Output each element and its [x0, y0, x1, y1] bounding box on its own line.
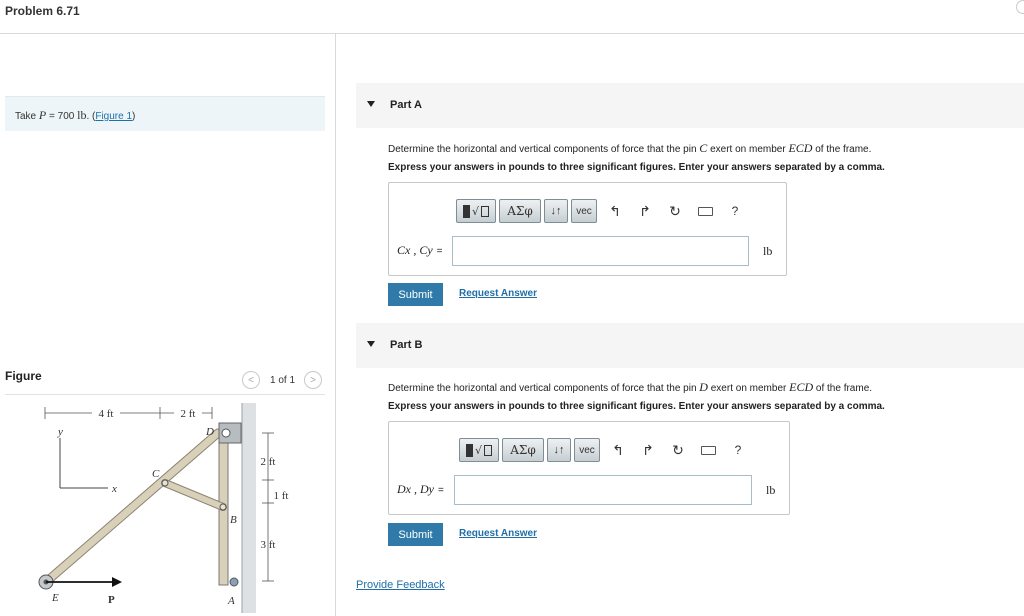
value-text: = 700 [46, 111, 78, 122]
part-b-math-toolbar: √ ΑΣφ ↓↑ vec ↰ ↱ ↻ ? [459, 435, 753, 465]
label-d: D [205, 426, 214, 438]
part-b-q-end: of the frame. [813, 383, 873, 394]
part-b-header[interactable]: Part B [356, 323, 1024, 368]
problem-statement: Take P = 700 lb. (Figure 1) [5, 96, 325, 131]
part-b-equals: = [437, 485, 444, 496]
redo-icon[interactable]: ↱ [633, 438, 663, 462]
y-axis-label: y [57, 426, 63, 438]
part-a-answer-box: √ ΑΣφ ↓↑ vec ↰ ↱ ↻ ? Cx , Cy = lb [388, 182, 787, 276]
wall [242, 403, 256, 613]
keyboard-icon[interactable] [693, 438, 723, 462]
x-axis-label: x [111, 483, 117, 495]
dim-label-1ft: 1 ft [274, 490, 289, 502]
pin-b [219, 503, 227, 511]
part-a-label-text: Cx , Cy [397, 243, 433, 257]
part-a-answer-input[interactable] [452, 236, 749, 266]
keyboard-icon[interactable] [690, 199, 720, 223]
part-b-title: Part B [390, 339, 423, 351]
undo-icon[interactable]: ↰ [600, 199, 630, 223]
provide-feedback-link[interactable]: Provide Feedback [356, 579, 445, 591]
figure-pager: < 1 of 1 > [242, 371, 323, 389]
part-a-answer-label: Cx , Cy = [397, 243, 443, 258]
member-ecd [42, 429, 222, 586]
figure-heading: Figure [5, 369, 42, 383]
label-e: E [51, 592, 59, 604]
part-a-q-end: of the frame. [812, 144, 872, 155]
next-problem-icon[interactable] [1016, 0, 1024, 14]
dim-label-2ft: 2 ft [261, 456, 276, 468]
pin-c [161, 479, 169, 487]
part-b-request-answer-link[interactable]: Request Answer [459, 528, 537, 539]
label-a: A [227, 595, 235, 607]
greek-symbols-button[interactable]: ΑΣφ [502, 438, 544, 462]
part-a-math-toolbar: √ ΑΣφ ↓↑ vec ↰ ↱ ↻ ? [456, 196, 750, 226]
part-b-answer-input[interactable] [454, 475, 752, 505]
part-a-request-answer-link[interactable]: Request Answer [459, 288, 537, 299]
figure-divider [5, 394, 325, 395]
part-a-title: Part A [390, 99, 422, 111]
chevron-right-icon[interactable]: > [304, 371, 323, 389]
part-a-submit-button[interactable]: Submit [388, 283, 443, 306]
part-a-q-middle: exert on member [707, 144, 789, 155]
vector-button[interactable]: vec [571, 199, 597, 223]
reset-icon[interactable]: ↻ [663, 438, 693, 462]
part-b-member: ECD [789, 380, 814, 394]
part-b-answer-label: Dx , Dy = [397, 482, 444, 497]
part-a-instruction: Express your answers in pounds to three … [388, 162, 885, 173]
redo-icon[interactable]: ↱ [630, 199, 660, 223]
greek-symbols-button[interactable]: ΑΣφ [499, 199, 541, 223]
dim-label-3ft: 3 ft [261, 539, 276, 551]
template-button[interactable]: √ [456, 199, 496, 223]
part-b-answer-box: √ ΑΣφ ↓↑ vec ↰ ↱ ↻ ? Dx , Dy = lb [388, 421, 790, 515]
part-b-q-middle: exert on member [707, 383, 790, 394]
dim-label-2ft-top: 2 ft [181, 408, 196, 420]
label-p: P [108, 594, 115, 606]
caret-down-icon[interactable] [367, 341, 375, 347]
part-b-question: Determine the horizontal and vertical co… [388, 380, 872, 395]
subscript-button[interactable]: ↓↑ [547, 438, 571, 462]
template-button[interactable]: √ [459, 438, 499, 462]
label-c: C [152, 468, 160, 480]
part-b-unit: lb [766, 483, 776, 497]
part-a-equals: = [436, 246, 443, 257]
help-icon[interactable]: ? [720, 199, 750, 223]
close-paren: ) [132, 111, 136, 122]
pin-d [221, 428, 231, 438]
chevron-left-icon[interactable]: < [242, 371, 260, 389]
subscript-button[interactable]: ↓↑ [544, 199, 568, 223]
part-a-unit: lb [763, 244, 773, 258]
part-b-submit-button[interactable]: Submit [388, 523, 443, 546]
part-b-pin: D [699, 380, 708, 394]
caret-down-icon[interactable] [367, 101, 375, 107]
top-bar: Problem 6.71 [0, 0, 1024, 34]
label-b: B [230, 514, 237, 526]
part-b-label-text: Dx , Dy [397, 482, 434, 496]
problem-title: Problem 6.71 [5, 4, 80, 18]
column-divider [335, 34, 336, 616]
reset-icon[interactable]: ↻ [660, 199, 690, 223]
take-text: Take [15, 111, 37, 122]
part-a-question: Determine the horizontal and vertical co… [388, 141, 871, 156]
figure-page-count: 1 of 1 [270, 374, 296, 386]
frame-figure: 4 ft 2 ft 2 ft 1 ft 3 ft y x D C B A E P [38, 403, 289, 613]
part-a-q-text: Determine the horizontal and vertical co… [388, 144, 700, 155]
help-icon[interactable]: ? [723, 438, 753, 462]
dim-label-4ft: 4 ft [99, 408, 114, 420]
part-b-instruction: Express your answers in pounds to three … [388, 401, 885, 412]
vector-button[interactable]: vec [574, 438, 600, 462]
roller-a [229, 577, 239, 587]
part-a-header[interactable]: Part A [356, 83, 1024, 128]
part-b-q-text: Determine the horizontal and vertical co… [388, 383, 700, 394]
part-a-member: ECD [788, 141, 813, 155]
period-text: . ( [86, 111, 96, 122]
member-cb [162, 480, 226, 510]
undo-icon[interactable]: ↰ [603, 438, 633, 462]
figure-link[interactable]: Figure 1 [95, 111, 132, 122]
